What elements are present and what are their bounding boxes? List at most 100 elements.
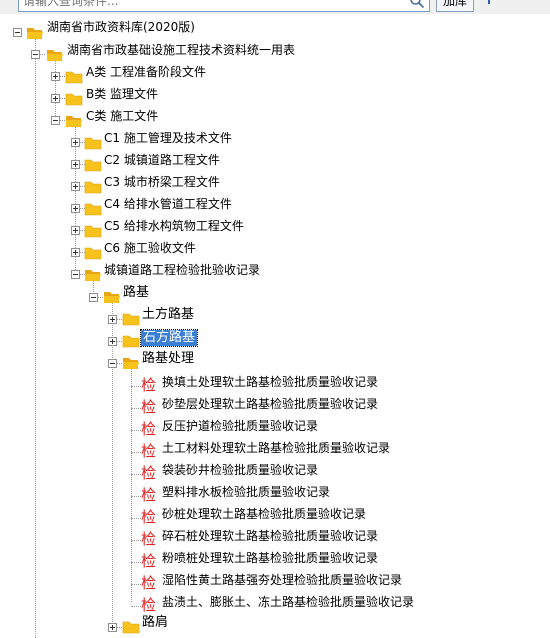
tree-node-label[interactable]: C6 施工验收文件 [102, 240, 198, 256]
tree-node-cat-c[interactable]: C类 施工文件 [0, 108, 550, 132]
folder-icon [84, 247, 102, 260]
tree-guide-line [131, 584, 141, 585]
expand-toggle[interactable] [71, 204, 80, 213]
tree-record-label[interactable]: 砂垫层处理软土路基检验批质量验收记录 [160, 396, 380, 412]
tree-record-label[interactable]: 粉喷桩处理软土路基检验批质量验收记录 [160, 550, 380, 566]
collapse-toggle[interactable] [71, 270, 80, 279]
inspection-doc-icon: 检 [141, 530, 157, 548]
tree-node-label[interactable]: 土方路基 [140, 307, 196, 323]
expand-toggle[interactable] [71, 226, 80, 235]
tree-record-label[interactable]: 反压护道检验批质量验收记录 [160, 418, 320, 434]
tree-node-roadbed-treatment[interactable]: 路基处理 [0, 351, 550, 374]
tree-record-item[interactable]: 检 塑料排水板检验批质量验收记录 [0, 484, 550, 506]
collapse-toggle[interactable] [89, 293, 98, 302]
tree-node-c5[interactable]: C5 给排水构筑物工程文件 [0, 218, 550, 242]
tree-node-label[interactable]: B类 监理文件 [84, 86, 160, 102]
tree-node-label[interactable]: A类 工程准备阶段文件 [84, 64, 208, 80]
tree-node-label[interactable]: 城镇道路工程检验批验收记录 [102, 262, 262, 278]
tree-node-root[interactable]: 湖南省市政资料库(2020版) [0, 19, 550, 44]
expand-toggle[interactable] [71, 182, 80, 191]
tree-node-shoulder[interactable]: 路肩 [0, 615, 550, 638]
tree-guide-line [131, 518, 141, 519]
tree-node-label[interactable]: C3 城市桥梁工程文件 [102, 174, 222, 190]
tree-node-c1[interactable]: C1 施工管理及技术文件 [0, 130, 550, 154]
tree-node-label[interactable]: 路基 [121, 285, 151, 301]
tree-record-item[interactable]: 检 碎石桩处理软土路基检验批质量验收记录 [0, 528, 550, 550]
inspection-doc-icon: 检 [141, 376, 157, 394]
tree-node-cat-b[interactable]: B类 监理文件 [0, 86, 550, 110]
tree-guide-line [131, 386, 141, 387]
folder-open-icon [104, 292, 120, 303]
tree-node-label[interactable]: C5 给排水构筑物工程文件 [102, 218, 246, 234]
expand-toggle[interactable] [108, 315, 117, 324]
tree-node-road-inspection[interactable]: 城镇道路工程检验批验收记录 [0, 262, 550, 286]
inspection-doc-icon: 检 [141, 464, 157, 482]
tree-record-item[interactable]: 检 反压护道检验批质量验收记录 [0, 418, 550, 440]
tree-node-label[interactable]: C类 施工文件 [84, 108, 160, 124]
tree-node-c4[interactable]: C4 给排水管道工程文件 [0, 196, 550, 220]
resource-tree: 湖南省市政资料库(2020版) 湖南省市政基础设施工程技术资料统一用表 A类 工… [0, 0, 550, 638]
tree-record-item[interactable]: 检 袋装砂井检验批质量验收记录 [0, 462, 550, 484]
collapse-toggle[interactable] [108, 359, 117, 368]
tree-record-label[interactable]: 袋装砂井检验批质量验收记录 [160, 462, 320, 478]
tree-node-label[interactable]: C1 施工管理及技术文件 [102, 130, 234, 146]
tree-record-item[interactable]: 检 粉喷桩处理软土路基检验批质量验收记录 [0, 550, 550, 572]
tree-record-label[interactable]: 碎石桩处理软土路基检验批质量验收记录 [160, 528, 380, 544]
folder-icon [84, 181, 102, 194]
collapse-toggle[interactable] [13, 28, 22, 37]
tree-record-label[interactable]: 盐渍土、膨胀土、冻土路基检验批质量验收记录 [160, 594, 416, 610]
tree-node-c2[interactable]: C2 城镇道路工程文件 [0, 152, 550, 176]
tree-node-label[interactable]: 路肩 [140, 615, 170, 631]
folder-icon [122, 335, 140, 348]
inspection-doc-icon: 检 [141, 442, 157, 460]
tree-record-item[interactable]: 检 换填土处理软土路基检验批质量验收记录 [0, 374, 550, 396]
tree-node-cat-a[interactable]: A类 工程准备阶段文件 [0, 64, 550, 88]
tree-record-label[interactable]: 塑料排水板检验批质量验收记录 [160, 484, 332, 500]
expand-toggle[interactable] [71, 138, 80, 147]
tree-node-c6[interactable]: C6 施工验收文件 [0, 240, 550, 264]
inspection-doc-icon: 检 [141, 420, 157, 438]
expand-toggle[interactable] [108, 337, 117, 346]
tree-node-earth-roadbed[interactable]: 土方路基 [0, 307, 550, 330]
folder-icon [122, 621, 140, 634]
tree-guide-line [131, 562, 141, 563]
tree-node-roadbed[interactable]: 路基 [0, 285, 550, 308]
tree-record-item[interactable]: 检 土工材料处理软土路基检验批质量验收记录 [0, 440, 550, 462]
tree-node-label-selected[interactable]: 石方路基 [139, 329, 199, 347]
expand-toggle[interactable] [71, 248, 80, 257]
tree-guide-line [131, 540, 141, 541]
tree-node-c3[interactable]: C3 城市桥梁工程文件 [0, 174, 550, 198]
inspection-doc-icon: 检 [141, 398, 157, 416]
tree-record-item[interactable]: 检 砂桩处理软土路基检验批质量验收记录 [0, 506, 550, 528]
tree-node-label[interactable]: 湖南省市政资料库(2020版) [45, 19, 197, 35]
expand-toggle[interactable] [71, 160, 80, 169]
collapse-toggle[interactable] [51, 116, 60, 125]
tree-record-label[interactable]: 土工材料处理软土路基检验批质量验收记录 [160, 440, 392, 456]
tree-record-item[interactable]: 检 湿陷性黄土路基强夯处理检验批质量验收记录 [0, 572, 550, 594]
tree-node-label[interactable]: 路基处理 [140, 351, 196, 367]
collapse-toggle[interactable] [31, 50, 40, 59]
tree-node-stone-roadbed[interactable]: 石方路基 [0, 329, 550, 352]
inspection-doc-icon: 检 [141, 552, 157, 570]
expand-toggle[interactable] [108, 623, 117, 632]
folder-icon [84, 203, 102, 216]
tree-record-label[interactable]: 换填土处理软土路基检验批质量验收记录 [160, 374, 380, 390]
tree-record-item[interactable]: 检 盐渍土、膨胀土、冻土路基检验批质量验收记录 [0, 594, 550, 616]
inspection-doc-icon: 检 [141, 508, 157, 526]
tree-guide-line [131, 430, 141, 431]
tree-record-label[interactable]: 砂桩处理软土路基检验批质量验收记录 [160, 506, 368, 522]
folder-icon [65, 71, 83, 84]
folder-icon [84, 159, 102, 172]
tree-guide-line [131, 496, 141, 497]
tree-record-label[interactable]: 湿陷性黄土路基强夯处理检验批质量验收记录 [160, 572, 404, 588]
tree-node-label[interactable]: C2 城镇道路工程文件 [102, 152, 222, 168]
tree-node-standard[interactable]: 湖南省市政基础设施工程技术资料统一用表 [0, 42, 550, 66]
tree-record-item[interactable]: 检 砂垫层处理软土路基检验批质量验收记录 [0, 396, 550, 418]
tree-node-label[interactable]: C4 给排水管道工程文件 [102, 196, 234, 212]
expand-toggle[interactable] [51, 72, 60, 81]
inspection-doc-icon: 检 [141, 596, 157, 614]
tree-node-label[interactable]: 湖南省市政基础设施工程技术资料统一用表 [65, 42, 297, 58]
folder-open-icon [123, 358, 139, 369]
expand-toggle[interactable] [51, 94, 60, 103]
tree-guide-line [131, 452, 141, 453]
